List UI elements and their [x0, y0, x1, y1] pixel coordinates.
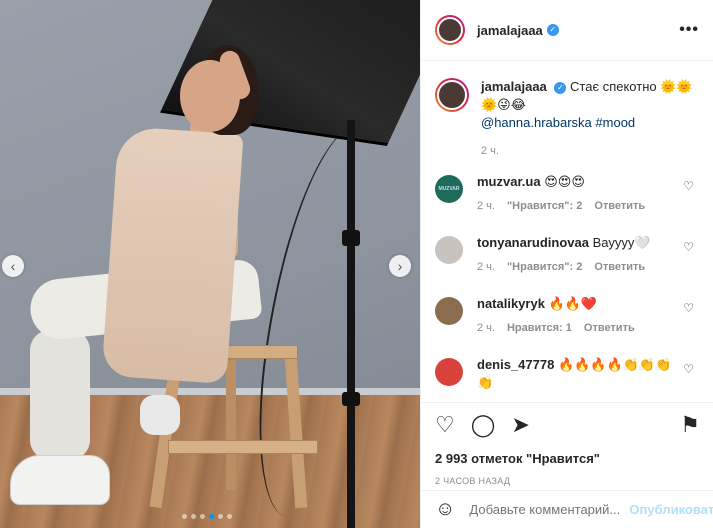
post-photo[interactable]: ‹ ›	[0, 0, 420, 528]
carousel-dot	[191, 514, 196, 519]
commenter-avatar[interactable]: MUZVAR	[435, 175, 463, 203]
author-username[interactable]: jamalajaaa	[477, 23, 543, 38]
comment-time: 2 ч.	[477, 200, 495, 212]
post-header: jamalajaaa ✓ •••	[421, 0, 713, 61]
caption-mention-link[interactable]: @hanna.hrabarska	[481, 115, 592, 130]
comment-time: 2 ч.	[477, 322, 495, 334]
commenter-username[interactable]: tonyanarudinovaa	[477, 235, 589, 250]
comment-input[interactable]	[469, 502, 630, 517]
comment-likes[interactable]: Нравится: 1	[507, 319, 572, 337]
verified-badge-icon: ✓	[554, 81, 567, 94]
caption-username[interactable]: jamalajaaa	[481, 79, 547, 94]
post-caption: jamalajaaa ✓ Стає спекотно 🌞🌞🌞😜😂 @hanna.…	[421, 62, 713, 173]
reply-button[interactable]: Ответить	[584, 319, 635, 337]
photo-stool-leg	[226, 360, 236, 490]
reply-button[interactable]: Ответить	[594, 258, 645, 276]
photo-person-shoe	[140, 395, 180, 435]
comment-item: denis_47778 🔥🔥🔥🔥👏👏👏👏 ♡	[421, 356, 713, 402]
share-icon[interactable]: ➤	[511, 414, 529, 436]
photo-person-jacket	[101, 125, 244, 385]
carousel-dot	[200, 514, 205, 519]
photo-stool-step	[168, 440, 318, 454]
caption-avatar[interactable]	[435, 78, 469, 112]
comment-time: 2 ч.	[477, 261, 495, 273]
comments-list[interactable]: jamalajaaa ✓ Стає спекотно 🌞🌞🌞😜😂 @hanna.…	[421, 62, 713, 402]
commenter-username[interactable]: denis_47778	[477, 357, 554, 372]
comment-item: MUZVAR muzvar.ua 😍😍😍 2 ч. "Нравится": 2 …	[421, 173, 713, 234]
add-comment-bar: ☺ Опубликовать	[421, 490, 713, 528]
comment-like-icon[interactable]: ♡	[683, 240, 694, 254]
next-photo-button[interactable]: ›	[389, 255, 411, 277]
comment-like-icon[interactable]: ♡	[683, 362, 694, 376]
post-side-panel: jamalajaaa ✓ ••• jamalajaaa ✓ Стає спеко…	[420, 0, 713, 528]
posted-time: 2 ЧАСОВ НАЗАД	[435, 476, 511, 486]
emoji-icon[interactable]: ☺	[435, 498, 455, 521]
caption-hashtag-link[interactable]: #mood	[595, 115, 635, 130]
comment-likes[interactable]: "Нравится": 2	[507, 197, 582, 215]
photo-person-shoe	[10, 455, 110, 505]
avatar-text: MUZVAR	[438, 186, 460, 192]
comment-item: tonyanarudinovaa Вауууу🤍 2 ч. "Нравится"…	[421, 234, 713, 295]
comment-likes[interactable]: "Нравится": 2	[507, 258, 582, 276]
comment-icon[interactable]: ◯	[471, 414, 496, 436]
photo-light-stand	[347, 120, 355, 528]
commenter-avatar[interactable]	[435, 358, 463, 386]
comment-like-icon[interactable]: ♡	[683, 179, 694, 193]
publish-button[interactable]: Опубликовать	[629, 502, 713, 517]
author-avatar[interactable]	[435, 15, 465, 45]
comment-like-icon[interactable]: ♡	[683, 301, 694, 315]
caption-time: 2 ч.	[481, 145, 499, 157]
comment-item: natalikyryk 🔥🔥❤️ 2 ч. Нравится: 1 Ответи…	[421, 295, 713, 356]
save-icon[interactable]: ⚑	[680, 414, 700, 436]
commenter-avatar[interactable]	[435, 236, 463, 264]
commenter-avatar[interactable]	[435, 297, 463, 325]
photo-stand-knob	[342, 392, 360, 406]
verified-badge-icon: ✓	[546, 24, 559, 36]
photo-person-leg	[30, 330, 90, 460]
chevron-left-icon: ‹	[10, 258, 16, 274]
post-actions: ♡ ◯ ➤ ⚑ 2 993 отметок "Нравится" 2 ЧАСОВ…	[421, 402, 713, 486]
comment-text: Вауууу🤍	[592, 235, 651, 250]
carousel-dot	[209, 514, 214, 519]
more-options-icon[interactable]: •••	[679, 21, 699, 39]
commenter-username[interactable]: muzvar.ua	[477, 174, 541, 189]
likes-count[interactable]: 2 993 отметок "Нравится"	[435, 451, 700, 466]
carousel-dot	[218, 514, 223, 519]
carousel-dot	[182, 514, 187, 519]
carousel-dots	[182, 514, 232, 519]
comment-text: 🔥🔥❤️	[548, 296, 598, 311]
chevron-right-icon: ›	[397, 258, 403, 274]
prev-photo-button[interactable]: ‹	[2, 255, 24, 277]
reply-button[interactable]: Ответить	[594, 197, 645, 215]
like-icon[interactable]: ♡	[435, 414, 455, 436]
comment-text: 😍😍😍	[544, 174, 585, 189]
carousel-dot	[227, 514, 232, 519]
commenter-username[interactable]: natalikyryk	[477, 296, 545, 311]
photo-stand-knob	[342, 230, 360, 246]
